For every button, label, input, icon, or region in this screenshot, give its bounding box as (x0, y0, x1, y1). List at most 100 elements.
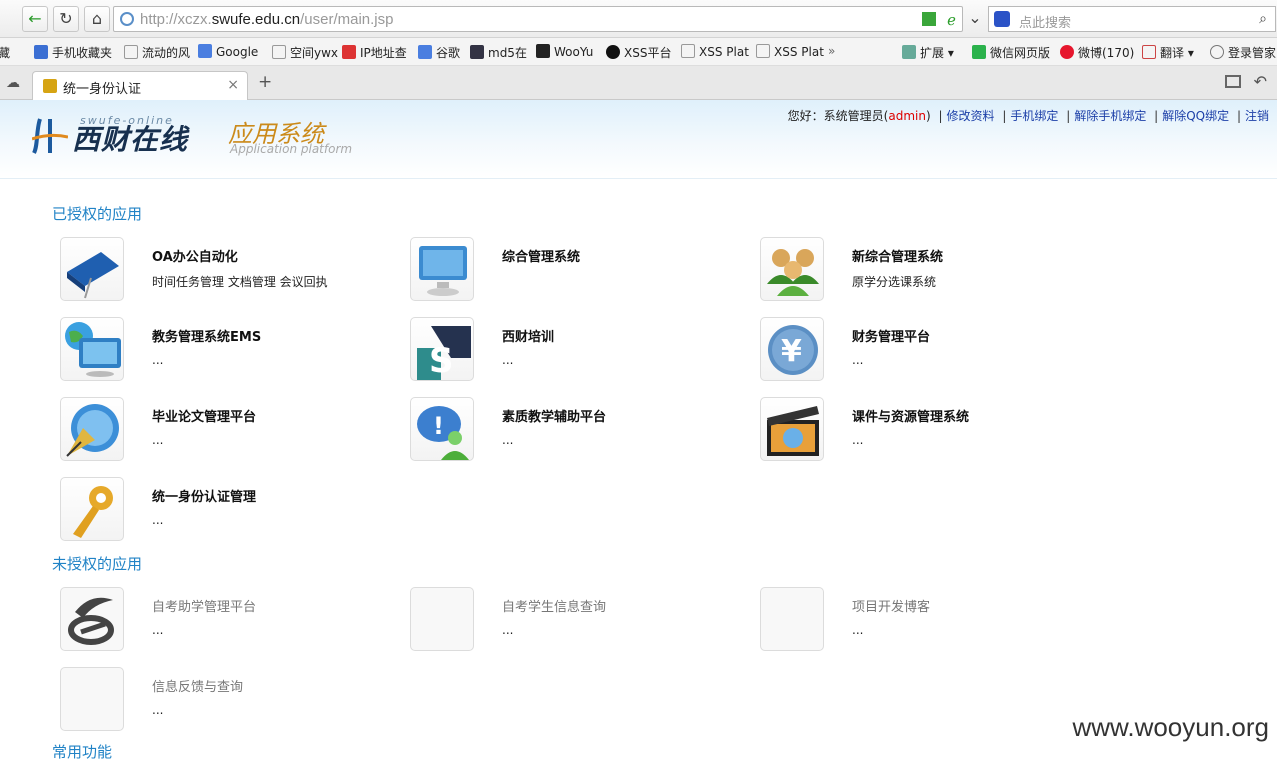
new-tab-button[interactable]: + (258, 72, 272, 92)
app-name: 教务管理系统EMS (152, 330, 262, 345)
app-desc: 原学分选课系统 (852, 275, 937, 289)
bookmark[interactable]: md5在 (470, 44, 527, 61)
key-search-icon (1210, 45, 1224, 59)
search-box[interactable]: 点此搜索 ⌕ (988, 6, 1276, 32)
app-name: 新综合管理系统 (852, 250, 944, 265)
blank-icon (760, 587, 824, 651)
s-logo-icon: S (410, 317, 474, 381)
app-name: OA办公自动化 (152, 250, 238, 265)
bookmark[interactable]: Google (198, 44, 258, 59)
reload-button[interactable]: ↻ (53, 6, 79, 32)
bookmark[interactable]: 手机收藏夹 (34, 44, 112, 61)
app-desc: ... (852, 623, 864, 637)
app-name: 自考学生信息查询 (502, 600, 607, 615)
app-name: 项目开发博客 (852, 600, 931, 615)
bookmark[interactable]: 微博(170) (1060, 44, 1134, 61)
folder-icon (34, 45, 48, 59)
google-icon (418, 45, 432, 59)
back-button[interactable]: ← (22, 6, 48, 32)
unbind-phone-link[interactable]: 解除手机绑定 (1074, 109, 1146, 123)
app-courseware[interactable]: 课件与资源管理系统 ... (752, 397, 1082, 461)
bookmark[interactable]: WooYu (536, 44, 593, 59)
app-desc: ... (502, 623, 514, 637)
bookmark[interactable]: 藏 (0, 44, 10, 61)
home-button[interactable]: ⌂ (84, 6, 110, 32)
page-icon (272, 45, 286, 59)
authorized-section-title: 已授权的应用 (52, 205, 143, 223)
bind-phone-link[interactable]: 手机绑定 (1010, 109, 1058, 123)
undo-icon[interactable]: ↶ (1254, 72, 1267, 91)
app-self-study[interactable]: 自考助学管理平台 ... (52, 587, 382, 651)
google-icon (198, 44, 212, 58)
search-icon[interactable]: ⌕ (1259, 11, 1267, 27)
yen-icon: ¥ (760, 317, 824, 381)
address-bar[interactable]: http://xczx.swufe.edu.cn/user/main.jsp ℯ (113, 6, 963, 32)
bookmark[interactable]: XSS Plat (681, 44, 749, 59)
app-dev-blog[interactable]: 项目开发博客 ... (752, 587, 1082, 651)
close-icon[interactable]: × (227, 77, 239, 93)
restore-tab-icon[interactable] (1225, 75, 1241, 88)
app-feedback[interactable]: 信息反馈与查询 ... (52, 667, 382, 731)
dropdown-icon[interactable]: ⌄ (962, 6, 988, 32)
app-student-query[interactable]: 自考学生信息查询 ... (402, 587, 732, 651)
search-placeholder: 点此搜索 (1019, 16, 1072, 31)
bookmark[interactable]: 谷歌 (418, 44, 460, 61)
tab-active[interactable]: 统一身份认证 × (32, 71, 248, 100)
app-name: 自考助学管理平台 (152, 600, 257, 615)
qr-code-icon[interactable] (922, 12, 936, 26)
bookmark[interactable]: 翻译 ▾ (1142, 44, 1194, 61)
blank-icon (60, 667, 124, 731)
app-desc: ... (152, 353, 164, 367)
bookmark[interactable]: 微信网页版 (972, 44, 1050, 61)
browser-toolbar: ← ↻ ⌂ http://xczx.swufe.edu.cn/user/main… (0, 0, 1277, 38)
app-new-admin-system[interactable]: 新综合管理系统 原学分选课系统 (752, 237, 1082, 301)
bookmark[interactable]: 登录管家 (1210, 44, 1276, 61)
extension-icon (902, 45, 916, 59)
wooyun-icon (536, 44, 550, 58)
app-finance[interactable]: ¥ 财务管理平台 ... (752, 317, 1082, 381)
app-admin-system[interactable]: 综合管理系统 (402, 237, 732, 301)
app-quality-teaching[interactable]: ! 素质教学辅助平台 ... (402, 397, 732, 461)
chat-user-icon: ! (410, 397, 474, 461)
common-section-title: 常用功能 (52, 743, 113, 761)
app-desc: ... (152, 513, 164, 527)
bookmark[interactable]: IP地址查 (342, 44, 407, 61)
app-ems[interactable]: 教务管理系统EMS ... (52, 317, 382, 381)
page-info-icon (120, 12, 134, 26)
bookmark[interactable]: 流动的风 (124, 44, 190, 61)
bookmarks-bar: 藏 手机收藏夹 流动的风 Google 空间ywx IP地址查 谷歌 md5在 … (0, 38, 1277, 66)
app-oa[interactable]: OA办公自动化 时间任务管理 文档管理 会议回执 (52, 237, 382, 301)
app-desc: ... (152, 703, 164, 717)
unauthorized-section-title: 未授权的应用 (52, 555, 143, 573)
bookmark[interactable]: 扩展 ▾ (902, 44, 954, 61)
bookmark[interactable]: XSS平台 (606, 44, 671, 61)
translate-icon (1142, 45, 1156, 59)
ip-icon (342, 45, 356, 59)
tab-title: 统一身份认证 (63, 82, 142, 97)
skull-icon (606, 45, 620, 59)
edit-profile-link[interactable]: 修改资料 (947, 109, 995, 123)
pen-globe-icon (60, 397, 124, 461)
app-desc: ... (502, 433, 514, 447)
bookmark[interactable]: 空间ywx (272, 44, 338, 61)
app-thesis[interactable]: 毕业论文管理平台 ... (52, 397, 382, 461)
favicon-icon (43, 79, 57, 93)
logout-link[interactable]: 注销 (1245, 109, 1269, 123)
app-name: 素质教学辅助平台 (502, 410, 607, 425)
baidu-icon (994, 11, 1010, 27)
cloud-icon[interactable]: ☁ (6, 75, 20, 91)
app-name: 综合管理系统 (502, 250, 581, 265)
bookmark[interactable]: XSS Plat (756, 44, 824, 59)
book-icon (60, 237, 124, 301)
app-name: 统一身份认证管理 (152, 490, 257, 505)
unbind-qq-link[interactable]: 解除QQ绑定 (1162, 109, 1229, 123)
watermark: www.wooyun.org (1072, 712, 1269, 742)
ie-icon[interactable]: ℯ (947, 11, 956, 29)
app-desc: ... (152, 433, 164, 447)
weibo-icon (1060, 45, 1074, 59)
page-icon (124, 45, 138, 59)
more-bookmarks-icon[interactable]: » (828, 44, 835, 58)
app-training[interactable]: S 西财培训 ... (402, 317, 732, 381)
app-identity-management[interactable]: 统一身份认证管理 ... (52, 477, 382, 541)
svg-text:S: S (429, 341, 454, 381)
